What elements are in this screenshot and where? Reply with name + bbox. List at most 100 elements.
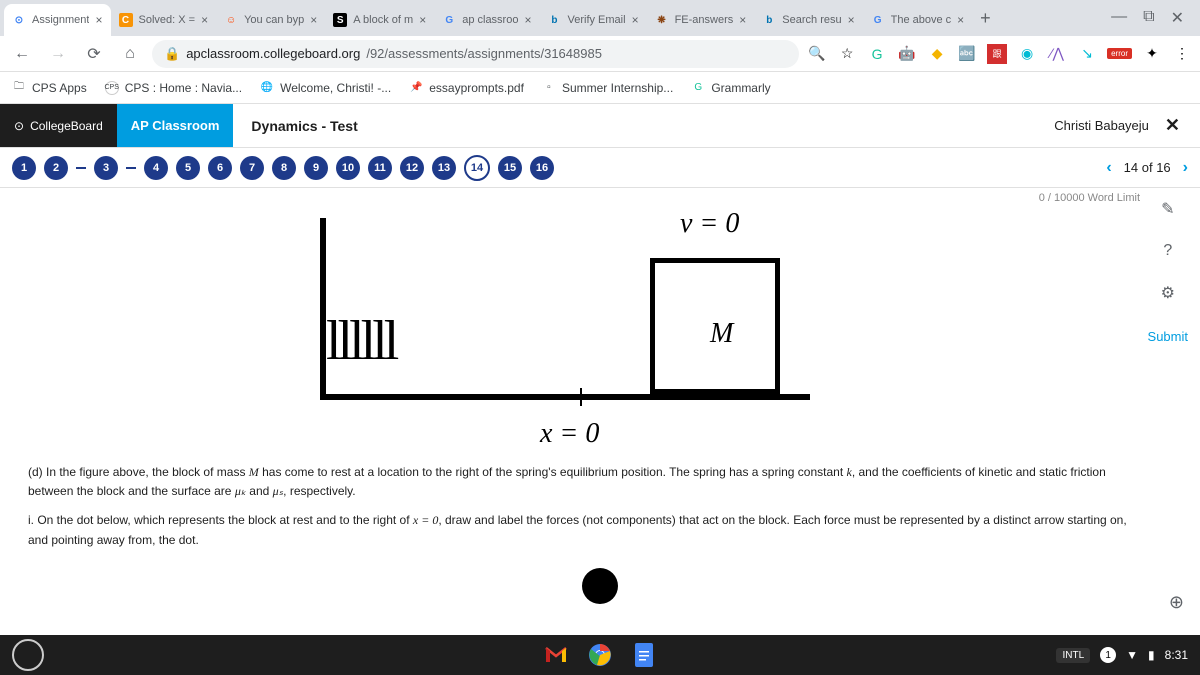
browser-tab-0[interactable]: ⊙ Assignment × xyxy=(4,4,111,36)
extension-icon[interactable]: ↘ xyxy=(1077,44,1097,64)
question-number[interactable]: 12 xyxy=(400,156,424,180)
browser-tab-1[interactable]: C Solved: X = × xyxy=(111,4,217,36)
tab-close-icon[interactable]: × xyxy=(201,13,208,27)
question-content: 0 / 10000 Word Limit v = 0 llllll M x = … xyxy=(0,188,1200,643)
settings-icon[interactable]: ⚙ xyxy=(1154,279,1182,307)
question-number[interactable]: 15 xyxy=(498,156,522,180)
gmail-app-icon[interactable] xyxy=(540,639,572,671)
tab-title: Assignment xyxy=(32,14,89,26)
forward-button[interactable]: → xyxy=(44,40,72,68)
question-number[interactable]: 16 xyxy=(530,156,554,180)
next-question-button[interactable]: › xyxy=(1183,159,1188,177)
bookmark-item[interactable]: CPSCPS : Home : Navia... xyxy=(105,81,242,95)
variable-muk: μₖ xyxy=(235,484,246,498)
bookmark-item[interactable]: 📌essayprompts.pdf xyxy=(409,81,524,95)
back-button[interactable]: ← xyxy=(8,40,36,68)
extension-icon[interactable]: ◆ xyxy=(927,44,947,64)
tab-close-icon[interactable]: × xyxy=(419,13,426,27)
browser-tab-4[interactable]: G ap classroo × xyxy=(434,4,539,36)
clock[interactable]: 8:31 xyxy=(1165,648,1188,662)
question-number[interactable]: 7 xyxy=(240,156,264,180)
restore-icon[interactable]: ⧉ xyxy=(1143,8,1154,28)
question-number[interactable]: 4 xyxy=(144,156,168,180)
question-number[interactable]: 8 xyxy=(272,156,296,180)
question-navigation: 1 2 3 4 5 6 7 8 9 10 11 12 13 14 15 16 ‹… xyxy=(0,148,1200,188)
browser-tab-8[interactable]: G The above c × xyxy=(863,4,973,36)
browser-tab-2[interactable]: ☺ You can byp × xyxy=(216,4,325,36)
app-header: ⊙CollegeBoard AP Classroom Dynamics - Te… xyxy=(0,104,1200,148)
home-button[interactable]: ⌂ xyxy=(116,40,144,68)
extension-icon[interactable]: ⁄⋀ xyxy=(1047,44,1067,64)
new-tab-button[interactable]: + xyxy=(972,8,999,29)
extensions-icon[interactable]: ✦ xyxy=(1142,44,1162,64)
extension-icon[interactable]: 🔤 xyxy=(957,44,977,64)
question-number[interactable]: 6 xyxy=(208,156,232,180)
bookmark-label: CPS Apps xyxy=(32,81,87,95)
help-icon[interactable]: ? xyxy=(1154,237,1182,265)
prev-question-button[interactable]: ‹ xyxy=(1106,159,1111,177)
browser-tab-6[interactable]: ❋ FE-answers × xyxy=(647,4,755,36)
browser-tab-3[interactable]: S A block of m × xyxy=(325,4,434,36)
dot xyxy=(582,568,618,604)
tab-close-icon[interactable]: × xyxy=(95,13,102,27)
submit-button[interactable]: Submit xyxy=(1144,321,1192,352)
search-icon[interactable]: 🔍 xyxy=(807,44,827,64)
wifi-icon[interactable]: ▼ xyxy=(1126,648,1138,662)
error-badge[interactable]: error xyxy=(1107,48,1132,59)
text: and xyxy=(246,484,273,498)
docs-app-icon[interactable] xyxy=(628,639,660,671)
chrome-app-icon[interactable] xyxy=(584,639,616,671)
question-number[interactable]: 11 xyxy=(368,156,392,180)
tab-close-icon[interactable]: × xyxy=(524,13,531,27)
user-name: Christi Babayeju xyxy=(1054,118,1149,133)
tab-title: FE-answers xyxy=(675,14,734,26)
menu-icon[interactable]: ⋮ xyxy=(1172,44,1192,64)
tab-close-icon[interactable]: × xyxy=(957,13,964,27)
url-input[interactable]: 🔒 apclassroom.collegeboard.org/92/assess… xyxy=(152,40,799,68)
question-number[interactable]: 1 xyxy=(12,156,36,180)
tab-close-icon[interactable]: × xyxy=(848,13,855,27)
question-number[interactable]: 2 xyxy=(44,156,68,180)
minimize-icon[interactable]: — xyxy=(1111,8,1127,28)
free-body-dot-area[interactable] xyxy=(582,568,618,604)
extension-icon[interactable]: ◉ xyxy=(1017,44,1037,64)
bookmark-item[interactable]: 🌐Welcome, Christi! -... xyxy=(260,81,391,95)
battery-icon[interactable]: ▮ xyxy=(1148,648,1155,662)
apclassroom-tab[interactable]: AP Classroom xyxy=(117,104,234,147)
bookmark-item[interactable]: ▫Summer Internship... xyxy=(542,81,673,95)
close-button[interactable]: ✕ xyxy=(1165,115,1180,136)
tab-close-icon[interactable]: × xyxy=(310,13,317,27)
collegeboard-tab[interactable]: ⊙CollegeBoard xyxy=(0,104,117,147)
bookmark-item[interactable]: GGrammarly xyxy=(691,81,770,95)
browser-tab-7[interactable]: b Search resu × xyxy=(754,4,862,36)
acorn-icon: ⊙ xyxy=(14,119,24,133)
tab-close-icon[interactable]: × xyxy=(739,13,746,27)
extension-icon[interactable]: 跟 xyxy=(987,44,1007,64)
tab-favicon: ☺ xyxy=(224,13,238,27)
question-number[interactable]: 10 xyxy=(336,156,360,180)
tab-favicon: G xyxy=(871,13,885,27)
word-limit-label: 0 / 10000 Word Limit xyxy=(1039,192,1140,204)
question-number[interactable]: 13 xyxy=(432,156,456,180)
tab-title: A block of m xyxy=(353,14,413,26)
launcher-button[interactable] xyxy=(12,639,44,671)
zoom-in-button[interactable]: ⊕ xyxy=(1169,592,1184,613)
browser-tab-5[interactable]: b Verify Email × xyxy=(539,4,646,36)
edit-icon[interactable]: ✎ xyxy=(1154,195,1182,223)
star-icon[interactable]: ☆ xyxy=(837,44,857,64)
question-number-current[interactable]: 14 xyxy=(464,155,490,181)
reload-button[interactable]: ⟳ xyxy=(80,40,108,68)
tab-close-icon[interactable]: × xyxy=(632,13,639,27)
close-window-icon[interactable]: ✕ xyxy=(1171,8,1184,28)
intl-badge[interactable]: INTL xyxy=(1056,648,1090,663)
question-number[interactable]: 3 xyxy=(94,156,118,180)
grammarly-icon[interactable]: G xyxy=(867,44,887,64)
notification-badge[interactable]: 1 xyxy=(1100,647,1116,663)
bookmark-item[interactable]: 🗀CPS Apps xyxy=(12,81,87,95)
mass-label: M xyxy=(710,318,733,350)
bookmark-icon: 🌐 xyxy=(260,81,274,95)
extension-icon[interactable]: 🤖 xyxy=(897,44,917,64)
tab-title: Solved: X = xyxy=(139,14,196,26)
question-number[interactable]: 9 xyxy=(304,156,328,180)
question-number[interactable]: 5 xyxy=(176,156,200,180)
